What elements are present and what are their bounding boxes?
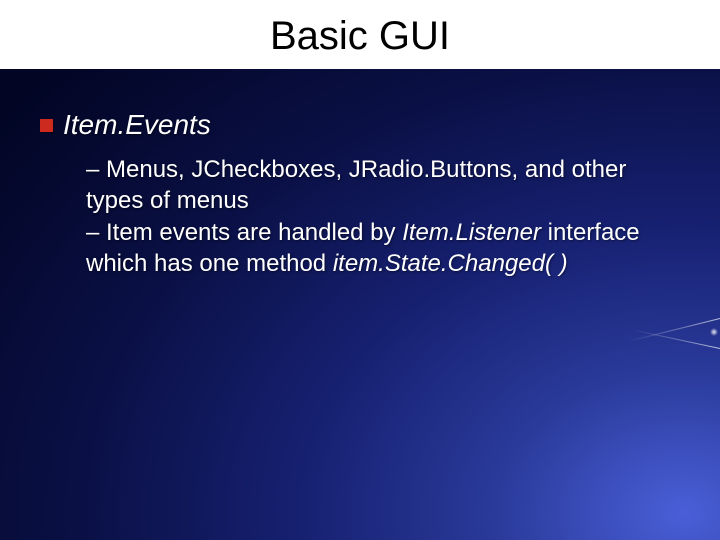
dash: – bbox=[86, 156, 106, 183]
text: Item events are handled by bbox=[106, 219, 402, 246]
title-band: Basic GUI bbox=[0, 0, 720, 69]
italic-text: Item.Listener bbox=[402, 219, 541, 246]
text: Menus, JCheckboxes, JRadio.Buttons, and … bbox=[86, 156, 626, 214]
slide-content: Item.Events – Menus, JCheckboxes, JRadio… bbox=[0, 69, 720, 280]
italic-text: item.State.Changed( ) bbox=[333, 250, 568, 277]
bullet-square-icon bbox=[40, 119, 53, 132]
section-heading: Item.Events bbox=[63, 109, 211, 141]
lens-flare-decoration bbox=[610, 260, 720, 420]
list-item: – Item events are handled by Item.Listen… bbox=[86, 218, 680, 279]
section-bullet-row: Item.Events bbox=[40, 109, 680, 141]
star-icon bbox=[710, 328, 718, 336]
dash: – bbox=[86, 219, 106, 246]
slide-title: Basic GUI bbox=[270, 14, 450, 58]
list-item: – Menus, JCheckboxes, JRadio.Buttons, an… bbox=[86, 155, 680, 216]
slide: Basic GUI Item.Events – Menus, JCheckbox… bbox=[0, 0, 720, 540]
sub-list: – Menus, JCheckboxes, JRadio.Buttons, an… bbox=[86, 155, 680, 280]
